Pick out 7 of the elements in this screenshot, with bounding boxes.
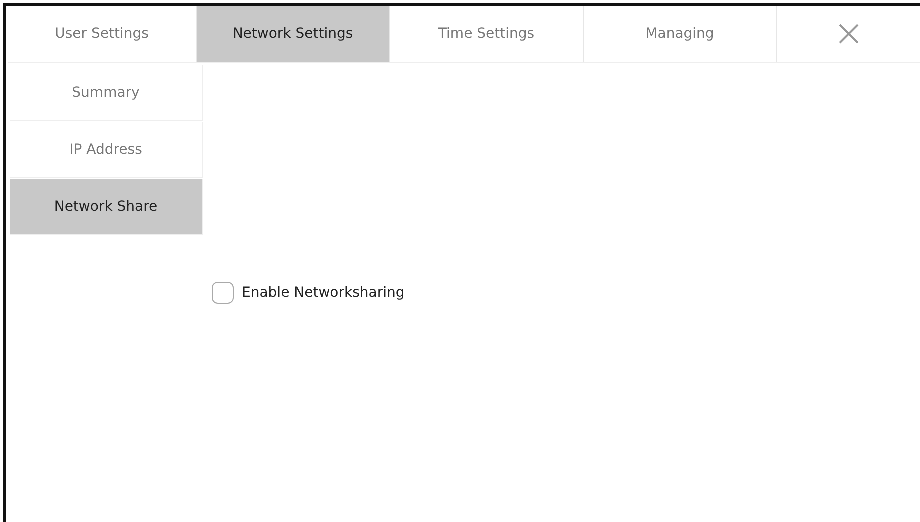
checkbox-label: Enable Networksharing	[242, 285, 405, 301]
sidebar-item[interactable]: Summary	[10, 65, 203, 121]
close-icon	[838, 24, 858, 44]
sidebar-item[interactable]: Network Share	[10, 179, 203, 235]
checkbox[interactable]	[212, 282, 234, 304]
tab[interactable]: Network Settings	[197, 6, 390, 62]
sidebar-item[interactable]: IP Address	[10, 122, 203, 178]
